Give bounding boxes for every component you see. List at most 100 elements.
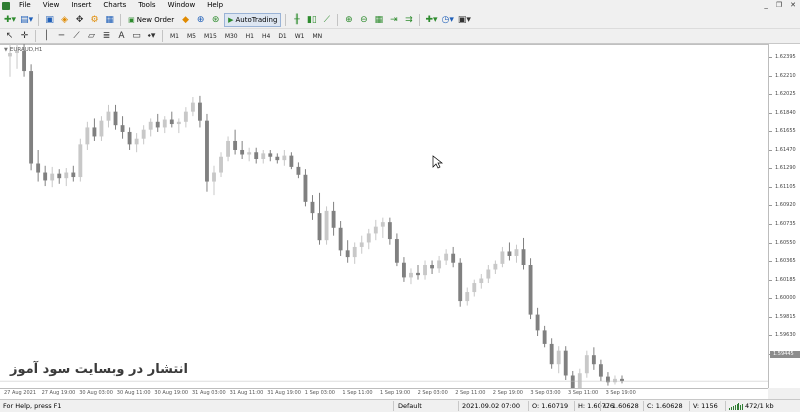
menu-file[interactable]: File xyxy=(13,0,37,11)
restore-icon[interactable]: ❐ xyxy=(776,0,782,11)
candle xyxy=(584,350,589,378)
new-order-icon: ▣ xyxy=(128,15,135,24)
autotrading-button[interactable]: ▶ AutoTrading xyxy=(224,12,282,27)
strategy-tester-icon[interactable]: ▦ xyxy=(103,13,116,27)
time-axis-label: 27 Aug 2021 xyxy=(4,390,37,396)
navigator-icon[interactable]: ✥ xyxy=(73,13,86,27)
candle xyxy=(29,64,34,171)
cursor-icon[interactable]: ↖ xyxy=(3,29,16,43)
market-watch-icon[interactable]: ▣ xyxy=(43,13,56,27)
price-axis-tick xyxy=(769,168,772,170)
candle xyxy=(148,118,153,137)
candle xyxy=(423,260,427,280)
new-order-button[interactable]: ▣ New Order xyxy=(125,13,177,27)
price-axis-tick xyxy=(769,94,772,96)
autotrading-icon: ▶ xyxy=(228,15,234,24)
menu-window[interactable]: Window xyxy=(162,0,202,11)
candle-body xyxy=(212,172,216,182)
time-axis-label: 1 Sep 11:00 xyxy=(342,390,373,396)
menu-help[interactable]: Help xyxy=(201,0,229,11)
candle-body xyxy=(197,102,202,121)
vertical-line-icon[interactable]: │ xyxy=(40,29,53,43)
candlestick-icon[interactable]: ▮▯ xyxy=(305,13,318,27)
candle-body xyxy=(29,71,34,164)
price-axis-label: 1.62210 xyxy=(775,72,796,79)
text-label-icon[interactable]: ▭ xyxy=(130,29,143,43)
status-datetime: 2021.09.02 07:00 xyxy=(462,402,521,410)
time-axis[interactable]: 27 Aug 2021 27 Aug 19:00 30 Aug 03:00 30 Au… xyxy=(0,388,768,399)
minimize-icon[interactable]: _ xyxy=(764,0,768,11)
candle-body xyxy=(444,253,449,261)
zoom-in-icon[interactable]: ⊕ xyxy=(342,13,355,27)
candle-body xyxy=(296,166,301,175)
candle-body xyxy=(43,172,48,181)
fibonacci-icon[interactable]: ≣ xyxy=(100,29,113,43)
candle-body xyxy=(514,249,519,256)
candle xyxy=(570,370,575,388)
candle-body xyxy=(127,131,132,145)
trendline-icon[interactable]: ⟋ xyxy=(70,29,83,43)
bar-chart-icon[interactable]: ╫ xyxy=(290,13,303,27)
candle-body xyxy=(162,119,167,128)
candle-body xyxy=(352,246,357,258)
metaeditor-icon[interactable]: ◆ xyxy=(179,13,192,27)
templates-icon[interactable]: ▣▾ xyxy=(457,13,472,27)
candle xyxy=(36,149,41,182)
price-chart[interactable] xyxy=(0,44,768,388)
candle xyxy=(268,149,273,162)
candle xyxy=(275,153,280,164)
candle-body xyxy=(310,201,315,214)
candle xyxy=(176,118,181,134)
timeframe-mn[interactable]: MN xyxy=(310,30,326,42)
candle-body xyxy=(50,173,55,181)
candle-body xyxy=(205,120,209,182)
candle xyxy=(85,121,90,150)
indicators-icon[interactable]: ✚▾ xyxy=(424,13,438,27)
price-axis[interactable]: 1.62395 1.62210 1.62025 1.61840 1.61655 1.614… xyxy=(768,44,800,388)
profiles-icon[interactable]: ▤▾ xyxy=(19,13,34,27)
candle-body xyxy=(416,272,420,276)
periods-icon[interactable]: ◷▾ xyxy=(441,13,455,27)
candle-body xyxy=(92,127,97,137)
tile-windows-icon[interactable]: ▦ xyxy=(372,13,385,27)
timeframe-h1[interactable]: H1 xyxy=(243,30,257,42)
price-axis-label: 1.60735 xyxy=(775,220,796,227)
autoscroll-icon[interactable]: ⇉ xyxy=(402,13,415,27)
new-chart-icon[interactable]: ✚▾ xyxy=(3,13,17,27)
equidistant-channel-icon[interactable]: ▱ xyxy=(85,29,98,43)
timeframe-d1[interactable]: D1 xyxy=(275,30,289,42)
timeframe-m1[interactable]: M1 xyxy=(167,30,182,42)
timeframe-w1[interactable]: W1 xyxy=(292,30,308,42)
menu-insert[interactable]: Insert xyxy=(65,0,97,11)
time-axis-label: 30 Aug 03:00 xyxy=(79,390,113,396)
timeframe-m30[interactable]: M30 xyxy=(222,30,241,42)
vps-icon[interactable]: ⊛ xyxy=(209,13,222,27)
text-icon[interactable]: A xyxy=(115,29,128,43)
candle-body xyxy=(289,155,294,167)
arrows-icon[interactable]: ⬩▾ xyxy=(145,29,158,43)
chart-shift-icon[interactable]: ⇥ xyxy=(387,13,400,27)
data-window-icon[interactable]: ◈ xyxy=(58,13,71,27)
menu-view[interactable]: View xyxy=(37,0,66,11)
price-axis-tick xyxy=(769,298,772,300)
candle xyxy=(430,260,435,275)
crosshair-icon[interactable]: ✛ xyxy=(18,29,31,43)
time-axis-label: 2 Sep 11:00 xyxy=(455,390,486,396)
price-axis-tick xyxy=(769,279,772,281)
menu-charts[interactable]: Charts xyxy=(97,0,132,11)
timeframe-m15[interactable]: M15 xyxy=(201,30,220,42)
terminal-icon[interactable]: ⚙ xyxy=(88,13,101,27)
timeframe-h4[interactable]: H4 xyxy=(259,30,273,42)
signals-icon[interactable]: ⊕ xyxy=(194,13,207,27)
menu-tools[interactable]: Tools xyxy=(132,0,161,11)
horizontal-line-icon[interactable]: ─ xyxy=(55,29,68,43)
price-axis-label: 1.59630 xyxy=(775,332,796,339)
zoom-out-icon[interactable]: ⊖ xyxy=(357,13,370,27)
candle-body xyxy=(219,156,223,173)
status-profile: Default xyxy=(398,402,422,410)
line-chart-icon[interactable]: ⟋ xyxy=(320,13,333,27)
candle xyxy=(373,219,378,241)
close-icon[interactable]: ✕ xyxy=(790,0,796,11)
timeframe-m5[interactable]: M5 xyxy=(184,30,199,42)
candle-body xyxy=(535,314,540,331)
